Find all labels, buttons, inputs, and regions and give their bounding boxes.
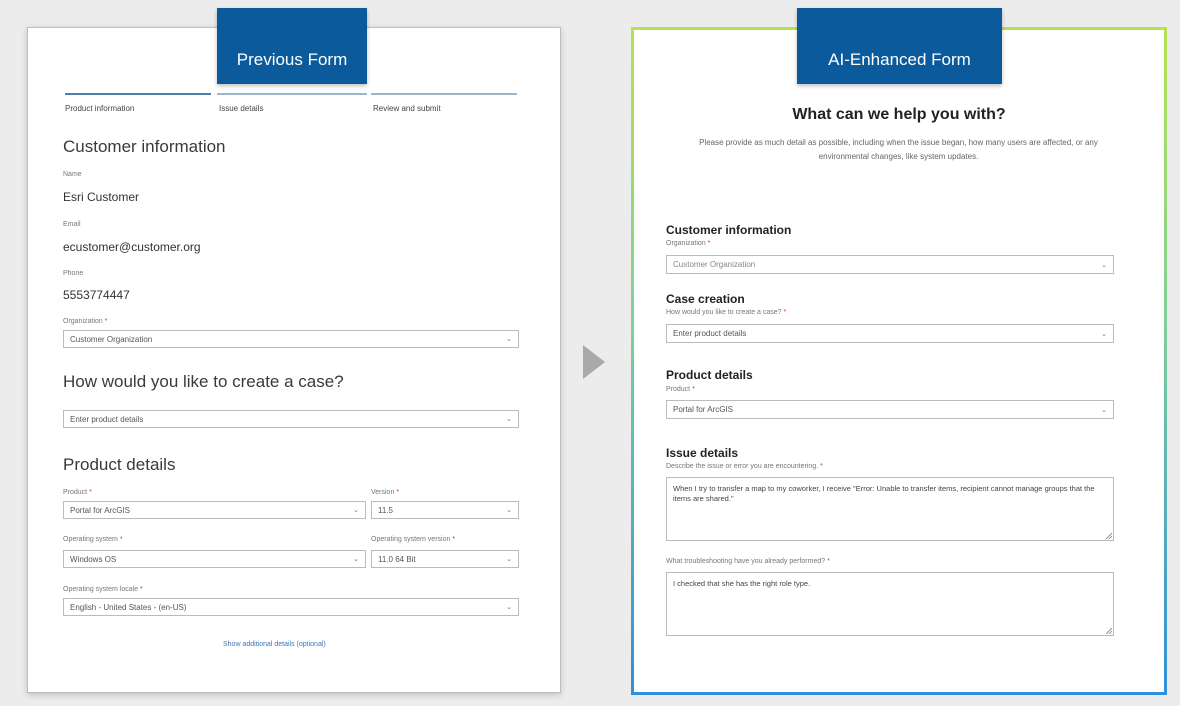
product-select-value: Portal for ArcGIS — [70, 505, 131, 515]
organization-select-value: Customer Organization — [70, 334, 153, 344]
name-value: Esri Customer — [63, 190, 140, 204]
step-product-information[interactable]: Product information — [65, 104, 134, 113]
os-version-select[interactable]: 11.0 64 Bit ⌄ — [371, 550, 519, 568]
case-creation-heading: Case creation — [666, 292, 745, 306]
product-select[interactable]: Portal for ArcGIS ⌄ — [63, 501, 366, 519]
name-label: Name — [63, 171, 82, 178]
locale-select[interactable]: English - United States - (en-US) ⌄ — [63, 598, 519, 616]
resize-grip-icon[interactable] — [1106, 628, 1112, 634]
issue-details-heading: Issue details — [666, 446, 739, 460]
enhanced-org-label: Organization * — [666, 240, 711, 247]
chevron-down-icon: ⌄ — [506, 604, 512, 611]
form-title: What can we help you with? — [792, 106, 1006, 123]
form-subtitle: Please provide as much detail as possibl… — [699, 138, 1098, 161]
enhanced-product-heading: Product details — [666, 368, 753, 382]
phone-label: Phone — [63, 270, 84, 277]
os-select[interactable]: Windows OS ⌄ — [63, 550, 366, 568]
email-label: Email — [63, 221, 81, 228]
case-heading: How would you like to create a case? — [63, 372, 344, 391]
customer-info-heading: Customer information — [63, 137, 226, 156]
version-select[interactable]: 11.5 ⌄ — [371, 501, 519, 519]
enhanced-product-value: Portal for ArcGIS — [673, 405, 734, 414]
organization-label: Organization * — [63, 318, 108, 325]
enhanced-customer-heading: Customer information — [666, 223, 792, 237]
chevron-down-icon: ⌄ — [506, 336, 512, 343]
ai-enhanced-form-tag: AI-Enhanced Form — [797, 8, 1002, 84]
step-indicator-issue — [217, 93, 367, 95]
os-version-label: Operating system version * — [371, 536, 456, 543]
chevron-down-icon: ⌄ — [1101, 330, 1107, 338]
version-label: Version * — [371, 489, 400, 496]
chevron-down-icon: ⌄ — [353, 556, 359, 563]
enhanced-case-select[interactable]: Enter product details ⌄ — [666, 324, 1114, 343]
phone-value: 5553774447 — [63, 288, 130, 302]
previous-form-tag: Previous Form — [217, 8, 367, 84]
locale-select-value: English - United States - (en-US) — [70, 602, 187, 612]
previous-form-panel — [27, 27, 561, 693]
chevron-down-icon: ⌄ — [353, 507, 359, 514]
issue-description-label: Describe the issue or error you are enco… — [666, 463, 823, 470]
enhanced-product-select[interactable]: Portal for ArcGIS ⌄ — [666, 400, 1114, 419]
product-details-heading: Product details — [63, 455, 176, 474]
issue-description-text: When I try to transfer a map to my cowor… — [673, 484, 1095, 503]
troubleshooting-textarea[interactable]: I checked that she has the right role ty… — [666, 572, 1114, 636]
previous-form-tag-label: Previous Form — [236, 50, 348, 69]
ai-enhanced-form-tag-label: AI-Enhanced Form — [828, 50, 971, 69]
product-label: Product * — [63, 489, 92, 496]
resize-grip-icon[interactable] — [1106, 533, 1112, 539]
case-method-select[interactable]: Enter product details ⌄ — [63, 410, 519, 428]
step-review-submit[interactable]: Review and submit — [373, 104, 441, 113]
step-indicator-review — [371, 93, 517, 95]
os-version-select-value: 11.0 64 Bit — [378, 554, 416, 564]
os-select-value: Windows OS — [70, 554, 117, 564]
chevron-down-icon: ⌄ — [1101, 261, 1107, 269]
chevron-down-icon: ⌄ — [506, 416, 512, 423]
step-indicator-product — [65, 93, 211, 95]
enhanced-product-label: Product * — [666, 386, 695, 393]
enhanced-org-value: Customer Organization — [673, 260, 756, 269]
chevron-down-icon: ⌄ — [1101, 406, 1107, 414]
chevron-down-icon: ⌄ — [506, 556, 512, 563]
locale-label: Operating system locale * — [63, 586, 143, 593]
organization-select[interactable]: Customer Organization ⌄ — [63, 330, 519, 348]
enhanced-org-select[interactable]: Customer Organization ⌄ — [666, 255, 1114, 274]
version-select-value: 11.5 — [378, 505, 393, 515]
enhanced-case-label: How would you like to create a case? * — [666, 309, 787, 316]
issue-description-textarea[interactable]: When I try to transfer a map to my cowor… — [666, 477, 1114, 541]
chevron-down-icon: ⌄ — [506, 507, 512, 514]
email-value: ecustomer@customer.org — [63, 240, 201, 254]
case-method-value: Enter product details — [70, 414, 144, 424]
show-additional-details-link[interactable]: Show additional details (optional) — [223, 641, 326, 648]
troubleshooting-text: I checked that she has the right role ty… — [673, 579, 811, 588]
step-issue-details[interactable]: Issue details — [219, 104, 263, 113]
enhanced-case-value: Enter product details — [673, 329, 747, 338]
troubleshooting-label: What troubleshooting have you already pe… — [666, 558, 830, 565]
os-label: Operating system * — [63, 536, 123, 543]
arrow-right-icon — [583, 345, 605, 379]
